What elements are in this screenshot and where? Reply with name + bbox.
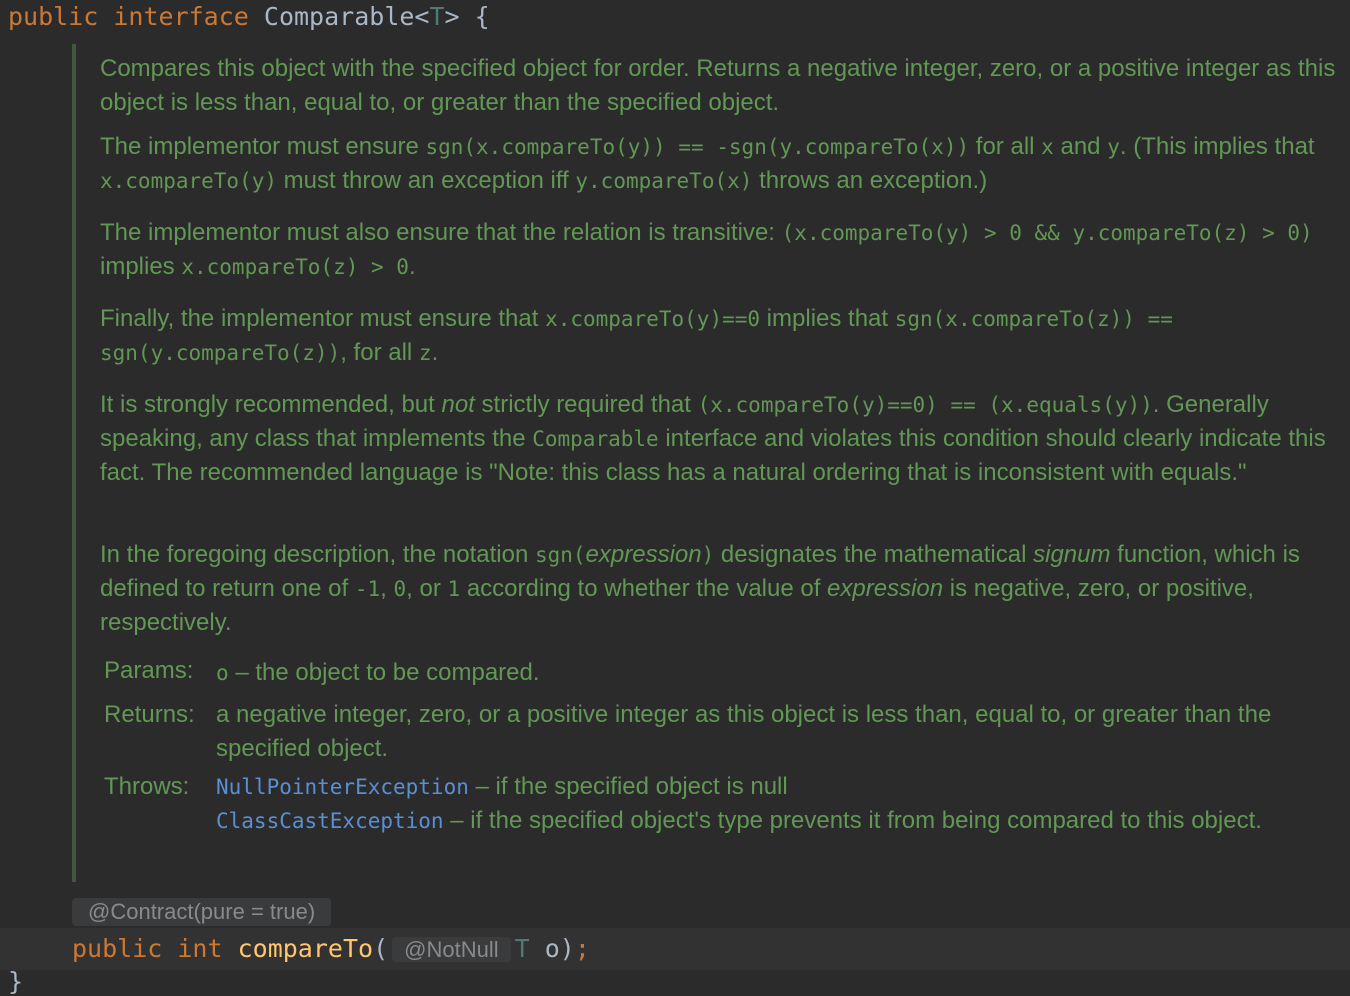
keyword-public: public	[8, 2, 99, 31]
method-name[interactable]: compareTo	[238, 934, 373, 963]
doc-paragraph-3: The implementor must also ensure that th…	[100, 219, 1313, 280]
doc-paragraph-6: In the foregoing description, the notati…	[100, 541, 1300, 636]
closing-brace: }	[8, 967, 24, 996]
param-type: T	[514, 934, 530, 963]
doc-paragraph-5: It is strongly recommended, but not stri…	[100, 391, 1326, 486]
interface-declaration: public interface Comparable<T> {	[8, 0, 490, 34]
doc-paragraph-2: The implementor must ensure sgn(x.compar…	[100, 133, 1315, 194]
throws-label: Throws:	[104, 773, 190, 800]
doc-paragraph-4: Finally, the implementor must ensure tha…	[100, 305, 1173, 366]
javadoc-panel: Compares this object with the specified …	[72, 44, 1342, 882]
class-name[interactable]: Comparable	[264, 2, 415, 31]
returns-body: a negative integer, zero, or a positive …	[216, 701, 1272, 762]
type-param: T	[429, 2, 445, 31]
paren-close: )	[559, 934, 575, 963]
semicolon: ;	[574, 934, 590, 963]
notnull-inlay: @NotNull	[392, 937, 511, 962]
throws-body: NullPointerException – if the specified …	[216, 773, 1262, 834]
null-pointer-exception-link[interactable]: NullPointerException	[216, 775, 469, 799]
paren-open: (	[373, 934, 389, 963]
contract-annotation-inlay: @Contract(pure = true)	[72, 898, 332, 926]
doc-paragraph-1: Compares this object with the specified …	[100, 55, 1336, 116]
class-cast-exception-link[interactable]: ClassCastException	[216, 809, 444, 833]
keyword-public: public	[72, 934, 163, 963]
open-brace: {	[474, 2, 490, 31]
param-name: o	[216, 661, 229, 685]
method-signature: public int compareTo(@NotNull T o);	[72, 930, 590, 969]
params-body: o – the object to be compared.	[216, 659, 540, 686]
generic-close: >	[444, 2, 460, 31]
params-label: Params:	[104, 657, 194, 684]
keyword-interface: interface	[113, 2, 249, 31]
param-name: o	[544, 934, 560, 963]
generic-open: <	[414, 2, 430, 31]
keyword-int: int	[177, 934, 223, 963]
returns-label: Returns:	[104, 701, 195, 728]
